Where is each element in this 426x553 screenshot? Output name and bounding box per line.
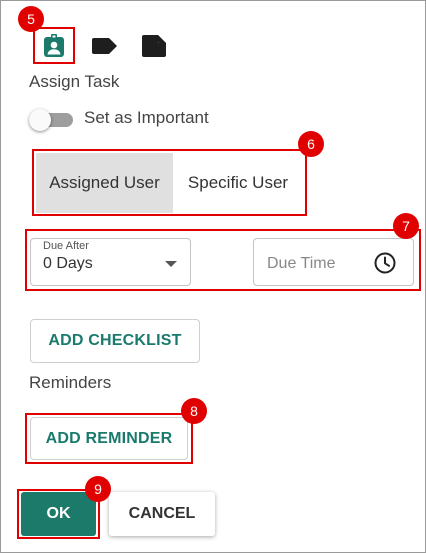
important-toggle-label: Set as Important: [84, 108, 209, 127]
label-tag-icon: [92, 38, 117, 54]
important-toggle[interactable]: [29, 109, 75, 131]
assigned-user-option[interactable]: Assigned User: [36, 153, 173, 213]
note-icon: [142, 34, 166, 57]
specific-user-option[interactable]: Specific User: [173, 153, 303, 213]
due-time-input[interactable]: Due Time: [253, 238, 414, 286]
annotation-badge-5: 5: [18, 6, 44, 32]
annotation-badge-7: 7: [393, 213, 419, 239]
annotation-badge-6: 6: [298, 131, 324, 157]
cancel-button[interactable]: CANCEL: [109, 492, 215, 536]
person-badge-icon: [44, 33, 64, 57]
task-dialog: 5 Assign Task Set as Important 6 Assigne…: [0, 0, 426, 553]
due-after-value: 0 Days: [43, 255, 93, 272]
add-checklist-button[interactable]: ADD CHECKLIST: [30, 319, 200, 363]
annotation-badge-9: 9: [85, 476, 111, 502]
tab-label[interactable]: [89, 31, 121, 61]
add-reminder-button[interactable]: ADD REMINDER: [30, 417, 188, 460]
tab-assign[interactable]: [37, 30, 71, 61]
clock-icon[interactable]: [374, 252, 396, 274]
annotation-badge-8: 8: [181, 398, 207, 424]
tab-note[interactable]: [138, 30, 170, 61]
reminders-heading: Reminders: [29, 373, 112, 392]
due-after-label: Due After: [42, 240, 90, 252]
dropdown-arrow-icon: [165, 261, 177, 267]
assignee-segmented-control: Assigned User Specific User: [36, 153, 303, 213]
due-time-placeholder: Due Time: [267, 255, 336, 272]
toggle-thumb: [29, 109, 51, 131]
ok-button[interactable]: OK: [21, 492, 96, 536]
due-after-select[interactable]: Due After 0 Days: [30, 238, 191, 286]
assign-task-heading: Assign Task: [29, 72, 120, 91]
